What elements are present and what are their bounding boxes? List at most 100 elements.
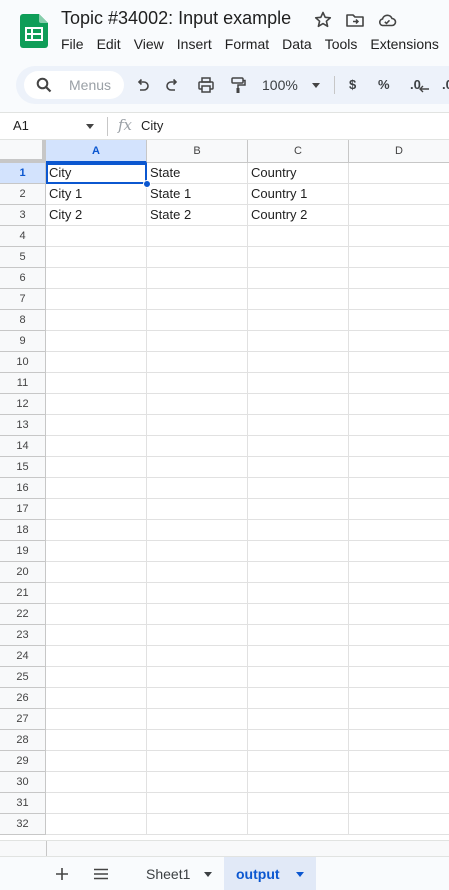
cell-c10[interactable] bbox=[248, 352, 349, 373]
column-header-b[interactable]: B bbox=[147, 140, 248, 163]
menu-extensions[interactable]: Extensions bbox=[370, 35, 438, 55]
cell-c31[interactable] bbox=[248, 793, 349, 814]
cell-c20[interactable] bbox=[248, 562, 349, 583]
cell-b13[interactable] bbox=[147, 415, 248, 436]
cell-b3[interactable]: State 2 bbox=[147, 205, 248, 226]
menu-format[interactable]: Format bbox=[225, 35, 269, 55]
cell-a32[interactable] bbox=[46, 814, 147, 835]
cell-b27[interactable] bbox=[147, 709, 248, 730]
row-header-7[interactable]: 7 bbox=[0, 289, 46, 310]
cell-a11[interactable] bbox=[46, 373, 147, 394]
cell-d25[interactable] bbox=[349, 667, 449, 688]
cell-c26[interactable] bbox=[248, 688, 349, 709]
cell-b21[interactable] bbox=[147, 583, 248, 604]
cell-a10[interactable] bbox=[46, 352, 147, 373]
cell-a12[interactable] bbox=[46, 394, 147, 415]
cell-d28[interactable] bbox=[349, 730, 449, 751]
cell-b8[interactable] bbox=[147, 310, 248, 331]
row-header-11[interactable]: 11 bbox=[0, 373, 46, 394]
row-header-21[interactable]: 21 bbox=[0, 583, 46, 604]
cell-d21[interactable] bbox=[349, 583, 449, 604]
cell-a27[interactable] bbox=[46, 709, 147, 730]
cell-c21[interactable] bbox=[248, 583, 349, 604]
cell-c29[interactable] bbox=[248, 751, 349, 772]
cell-c8[interactable] bbox=[248, 310, 349, 331]
cell-c28[interactable] bbox=[248, 730, 349, 751]
cell-d30[interactable] bbox=[349, 772, 449, 793]
column-header-a[interactable]: A bbox=[46, 140, 147, 163]
cell-b12[interactable] bbox=[147, 394, 248, 415]
cell-b32[interactable] bbox=[147, 814, 248, 835]
cell-c13[interactable] bbox=[248, 415, 349, 436]
row-header-17[interactable]: 17 bbox=[0, 499, 46, 520]
row-header-27[interactable]: 27 bbox=[0, 709, 46, 730]
row-header-16[interactable]: 16 bbox=[0, 478, 46, 499]
zoom-select[interactable]: 100% bbox=[262, 77, 298, 93]
cell-b19[interactable] bbox=[147, 541, 248, 562]
cell-c3[interactable]: Country 2 bbox=[248, 205, 349, 226]
cell-a2[interactable]: City 1 bbox=[46, 184, 147, 205]
cell-d23[interactable] bbox=[349, 625, 449, 646]
cell-b16[interactable] bbox=[147, 478, 248, 499]
cell-a13[interactable] bbox=[46, 415, 147, 436]
row-header-10[interactable]: 10 bbox=[0, 352, 46, 373]
row-header-1[interactable]: 1 bbox=[0, 163, 46, 184]
cell-a5[interactable] bbox=[46, 247, 147, 268]
cell-a29[interactable] bbox=[46, 751, 147, 772]
star-icon[interactable] bbox=[313, 10, 333, 30]
zoom-chevron-down-icon[interactable] bbox=[312, 83, 320, 88]
row-header-32[interactable]: 32 bbox=[0, 814, 46, 835]
cell-b1[interactable]: State bbox=[147, 163, 248, 184]
move-to-folder-icon[interactable] bbox=[345, 10, 365, 30]
formula-input[interactable]: City bbox=[141, 118, 163, 133]
cell-b20[interactable] bbox=[147, 562, 248, 583]
cell-d3[interactable] bbox=[349, 205, 449, 226]
cell-a24[interactable] bbox=[46, 646, 147, 667]
increase-decimal-button[interactable]: .0 bbox=[442, 77, 449, 92]
cell-c14[interactable] bbox=[248, 436, 349, 457]
cell-d4[interactable] bbox=[349, 226, 449, 247]
cell-d11[interactable] bbox=[349, 373, 449, 394]
row-header-20[interactable]: 20 bbox=[0, 562, 46, 583]
all-sheets-menu-icon[interactable] bbox=[93, 866, 109, 882]
cell-b26[interactable] bbox=[147, 688, 248, 709]
row-header-5[interactable]: 5 bbox=[0, 247, 46, 268]
cell-b29[interactable] bbox=[147, 751, 248, 772]
row-header-4[interactable]: 4 bbox=[0, 226, 46, 247]
cell-d26[interactable] bbox=[349, 688, 449, 709]
cell-d5[interactable] bbox=[349, 247, 449, 268]
cell-d18[interactable] bbox=[349, 520, 449, 541]
cell-d10[interactable] bbox=[349, 352, 449, 373]
cell-a15[interactable] bbox=[46, 457, 147, 478]
cell-c15[interactable] bbox=[248, 457, 349, 478]
percent-format-button[interactable]: % bbox=[378, 77, 390, 92]
fill-handle[interactable] bbox=[143, 180, 151, 188]
cell-d22[interactable] bbox=[349, 604, 449, 625]
cell-d8[interactable] bbox=[349, 310, 449, 331]
row-header-9[interactable]: 9 bbox=[0, 331, 46, 352]
name-box-chevron-down-icon[interactable] bbox=[86, 124, 94, 129]
menu-tools[interactable]: Tools bbox=[325, 35, 358, 55]
cell-d15[interactable] bbox=[349, 457, 449, 478]
cell-a26[interactable] bbox=[46, 688, 147, 709]
cell-b14[interactable] bbox=[147, 436, 248, 457]
search-menus-input[interactable]: Menus bbox=[24, 71, 124, 99]
cell-a28[interactable] bbox=[46, 730, 147, 751]
column-header-c[interactable]: C bbox=[248, 140, 349, 163]
cloud-saved-icon[interactable] bbox=[377, 10, 397, 30]
cell-b9[interactable] bbox=[147, 331, 248, 352]
cell-c11[interactable] bbox=[248, 373, 349, 394]
cell-d31[interactable] bbox=[349, 793, 449, 814]
cell-a20[interactable] bbox=[46, 562, 147, 583]
row-header-12[interactable]: 12 bbox=[0, 394, 46, 415]
cell-c12[interactable] bbox=[248, 394, 349, 415]
row-header-18[interactable]: 18 bbox=[0, 520, 46, 541]
cell-b17[interactable] bbox=[147, 499, 248, 520]
row-header-25[interactable]: 25 bbox=[0, 667, 46, 688]
cell-d27[interactable] bbox=[349, 709, 449, 730]
cell-b4[interactable] bbox=[147, 226, 248, 247]
row-header-13[interactable]: 13 bbox=[0, 415, 46, 436]
cell-a16[interactable] bbox=[46, 478, 147, 499]
cell-d7[interactable] bbox=[349, 289, 449, 310]
cell-b18[interactable] bbox=[147, 520, 248, 541]
